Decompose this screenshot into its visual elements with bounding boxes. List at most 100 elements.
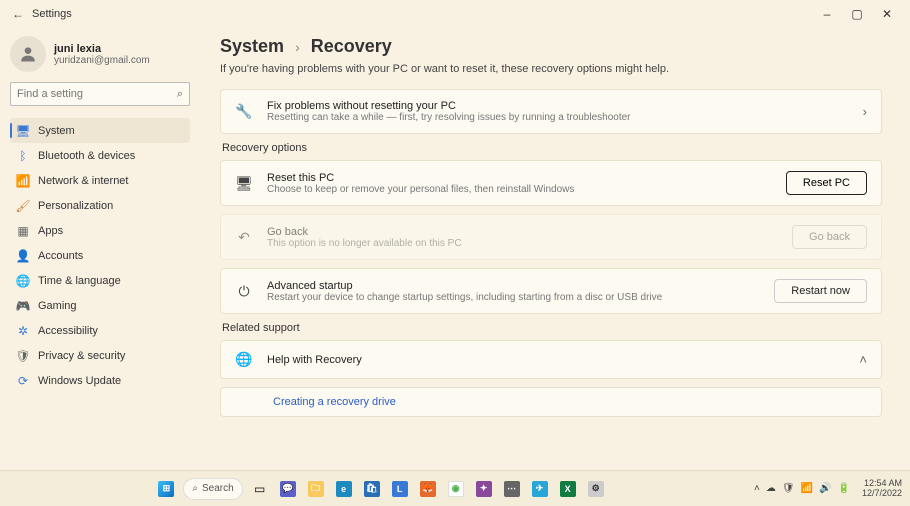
recovery-options-label: Recovery options: [222, 142, 882, 154]
related-support-label: Related support: [222, 322, 882, 334]
nav-label: Bluetooth & devices: [38, 150, 135, 162]
undo-icon: ↶: [235, 229, 253, 246]
chrome-icon[interactable]: ◉: [445, 478, 467, 500]
search-box[interactable]: ⌕: [10, 82, 190, 106]
reset-pc-button[interactable]: Reset PC: [786, 171, 867, 195]
globe-icon: 🌐: [235, 351, 253, 368]
card-title: Go back: [267, 226, 778, 238]
window-title: Settings: [32, 8, 72, 20]
firefox-icon[interactable]: 🦊: [417, 478, 439, 500]
user-profile[interactable]: juni lexia yuridzani@gmail.com: [10, 36, 190, 72]
breadcrumb-parent[interactable]: System: [220, 36, 284, 56]
content-area: System › Recovery If you're having probl…: [200, 28, 910, 468]
user-email: yuridzani@gmail.com: [54, 55, 150, 66]
nav-icon: ᛒ: [16, 149, 30, 163]
card-desc: This option is no longer available on th…: [267, 238, 778, 249]
sidebar-item-windows-update[interactable]: ⟳ Windows Update: [10, 368, 190, 393]
onedrive-icon[interactable]: ☁: [766, 483, 776, 494]
store-icon[interactable]: 🛍: [361, 478, 383, 500]
tray-chevron-icon[interactable]: ˄: [754, 483, 760, 494]
nav-icon: 🎮: [16, 299, 30, 313]
user-name: juni lexia: [54, 43, 150, 55]
security-icon[interactable]: 🛡: [782, 483, 795, 494]
sidebar-item-accounts[interactable]: 👤 Accounts: [10, 243, 190, 268]
card-desc: Restart your device to change startup se…: [267, 292, 760, 303]
avatar: [10, 36, 46, 72]
sidebar-item-accessibility[interactable]: ✲ Accessibility: [10, 318, 190, 343]
nav-icon: ✲: [16, 324, 30, 338]
nav-label: Personalization: [38, 200, 113, 212]
help-links-card: Creating a recovery drive: [220, 387, 882, 417]
reset-icon: 🖥: [235, 175, 253, 192]
sidebar-item-network-internet[interactable]: 📶 Network & internet: [10, 168, 190, 193]
maximize-button[interactable]: ▢: [842, 7, 872, 21]
nav-label: Windows Update: [38, 375, 121, 387]
search-icon: ⌕: [177, 88, 183, 101]
task-view-icon[interactable]: ▭: [249, 478, 271, 500]
page-subtitle: If you're having problems with your PC o…: [220, 63, 882, 75]
breadcrumb: System › Recovery: [220, 36, 882, 57]
sidebar-item-system[interactable]: 🖥 System: [10, 118, 190, 143]
settings-icon[interactable]: ⚙: [585, 478, 607, 500]
chat-icon[interactable]: 💬: [277, 478, 299, 500]
card-desc: Choose to keep or remove your personal f…: [267, 184, 772, 195]
chevron-right-icon: ›: [295, 39, 300, 55]
search-input[interactable]: [17, 88, 177, 100]
battery-icon[interactable]: 🔋: [838, 483, 850, 494]
nav-label: Network & internet: [38, 175, 128, 187]
chevron-right-icon: ›: [863, 104, 867, 119]
nav-label: Accessibility: [38, 325, 98, 337]
card-desc: Resetting can take a while — first, try …: [267, 112, 849, 123]
help-recovery-card[interactable]: 🌐 Help with Recovery ˄: [220, 340, 882, 379]
start-button[interactable]: ⊞: [155, 478, 177, 500]
close-button[interactable]: ✕: [872, 7, 902, 21]
minimize-button[interactable]: –: [812, 7, 842, 21]
clock[interactable]: 12:54 AM 12/7/2022: [862, 479, 902, 499]
nav-icon: 📶: [16, 174, 30, 188]
edge-icon[interactable]: e: [333, 478, 355, 500]
restart-now-button[interactable]: Restart now: [774, 279, 867, 303]
nav-icon: 🛡: [16, 349, 30, 363]
explorer-icon[interactable]: 🗀: [305, 478, 327, 500]
fix-problems-card[interactable]: 🔧 Fix problems without resetting your PC…: [220, 89, 882, 134]
card-title: Advanced startup: [267, 280, 760, 292]
system-tray[interactable]: ˄ ☁ 🛡 📶 🔊 🔋 12:54 AM 12/7/2022: [754, 479, 902, 499]
nav-icon: 👤: [16, 249, 30, 263]
sidebar-item-personalization[interactable]: 🖌 Personalization: [10, 193, 190, 218]
volume-icon[interactable]: 🔊: [819, 483, 831, 494]
sidebar: juni lexia yuridzani@gmail.com ⌕ 🖥 System…: [0, 28, 200, 468]
back-button[interactable]: ←: [8, 7, 28, 21]
nav-icon: 🌐: [16, 274, 30, 288]
nav-icon: 🖌: [16, 199, 30, 213]
advanced-startup-card: ⏻ Advanced startup Restart your device t…: [220, 268, 882, 314]
reset-pc-card: 🖥 Reset this PC Choose to keep or remove…: [220, 160, 882, 206]
titlebar: ← Settings – ▢ ✕: [0, 0, 910, 28]
telegram-icon[interactable]: ✈: [529, 478, 551, 500]
sidebar-item-apps[interactable]: ▦ Apps: [10, 218, 190, 243]
sidebar-item-privacy-security[interactable]: 🛡Privacy & security: [10, 343, 190, 368]
recovery-drive-link[interactable]: Creating a recovery drive: [235, 388, 396, 416]
nav-label: Apps: [38, 225, 63, 237]
wrench-icon: 🔧: [235, 103, 253, 120]
nav-label: System: [38, 125, 75, 137]
nav-icon: ▦: [16, 224, 30, 238]
nav-icon: ⟳: [16, 374, 30, 388]
wifi-icon[interactable]: 📶: [801, 483, 813, 494]
sidebar-item-gaming[interactable]: 🎮Gaming: [10, 293, 190, 318]
card-title: Help with Recovery: [267, 354, 845, 366]
app-icon[interactable]: ✦: [473, 478, 495, 500]
nav-icon: 🖥: [16, 124, 30, 138]
excel-icon[interactable]: X: [557, 478, 579, 500]
app-icon[interactable]: L: [389, 478, 411, 500]
breadcrumb-current: Recovery: [311, 36, 392, 56]
card-title: Reset this PC: [267, 172, 772, 184]
sidebar-item-bluetooth-devices[interactable]: ᛒ Bluetooth & devices: [10, 143, 190, 168]
chevron-up-icon: ˄: [859, 352, 867, 367]
sidebar-item-time-language[interactable]: 🌐Time & language: [10, 268, 190, 293]
card-title: Fix problems without resetting your PC: [267, 100, 849, 112]
taskbar: ⊞ ⌕ Search ▭ 💬 🗀 e 🛍 L 🦊 ◉ ✦ ⋯ ✈ X ⚙ ˄ ☁…: [0, 470, 910, 506]
nav-label: Accounts: [38, 250, 83, 262]
app-icon[interactable]: ⋯: [501, 478, 523, 500]
nav-list: 🖥 System ᛒ Bluetooth & devices 📶 Network & in…: [10, 118, 190, 393]
taskbar-search[interactable]: ⌕ Search: [183, 478, 242, 500]
